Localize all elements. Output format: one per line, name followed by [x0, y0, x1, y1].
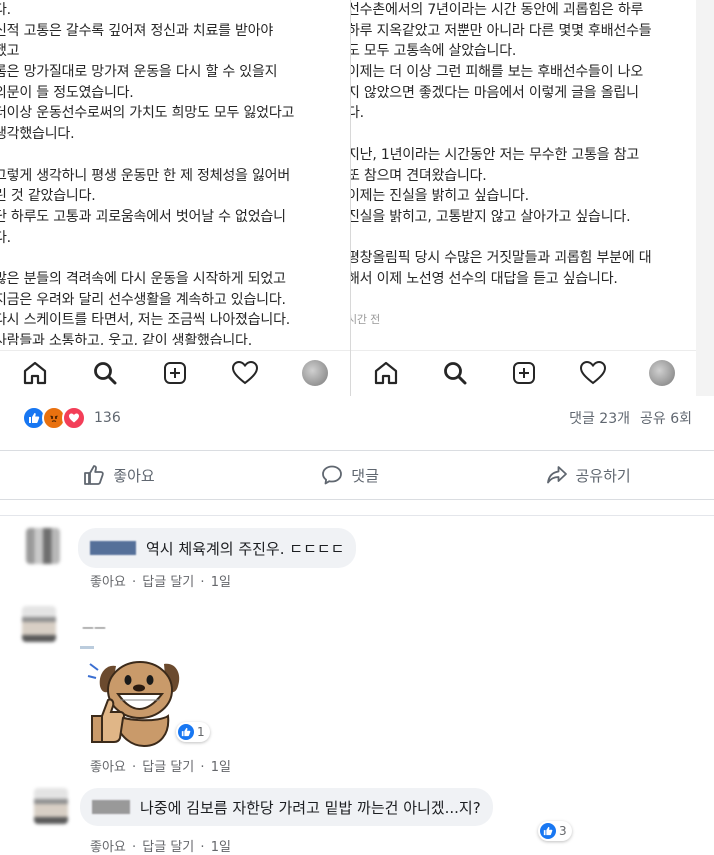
commenter-name[interactable] — [90, 541, 136, 555]
left-post-line: 그렇게 생각하니 평생 운동만 한 제 정체성을 잃어버 — [0, 167, 291, 184]
comment-text: 나중에 김보름 자한당 가려고 밑밥 까는건 아니겠...지? — [140, 798, 481, 817]
left-post-line: 린 것 같았습니다. — [0, 188, 96, 205]
like-icon — [540, 823, 556, 839]
commenter-avatar[interactable] — [34, 788, 68, 824]
reaction-summary[interactable]: 136 — [22, 406, 121, 430]
add-post-icon[interactable] — [509, 358, 539, 388]
search-icon[interactable] — [90, 358, 120, 388]
comment-button[interactable]: 댓글 — [307, 458, 393, 492]
comment-like-count[interactable]: 1 — [176, 722, 210, 742]
home-icon[interactable] — [20, 358, 50, 388]
right-post-line — [351, 124, 696, 145]
comment-like-count[interactable]: 3 — [538, 821, 572, 841]
right-post-line: 다. — [351, 105, 364, 122]
left-post-line — [0, 145, 350, 166]
comment-like-link[interactable]: 좋아요 — [90, 575, 126, 590]
right-post-text: 선수촌에서의 7년이라는 시간 동안에 괴롭힘은 하루하루 지옥같았고 저뿐만 … — [351, 0, 696, 345]
right-post-line: 진실을 밝히고, 고통받지 않고 살아가고 싶습니다. — [351, 208, 631, 225]
comment-like-link[interactable]: 좋아요 — [90, 840, 126, 855]
thumbs-up-icon — [84, 465, 105, 485]
right-post-line: 이제는 진실을 밝히고 싶습니다. — [351, 188, 529, 205]
left-post-screenshot: 다. 신적 고통은 갈수록 깊어져 정신과 치료를 받아야했고롬은 망가질대로 망… — [0, 0, 351, 396]
home-icon[interactable] — [371, 358, 401, 388]
left-post-line: 더이상 운동선수로써의 가치도 희망도 모두 잃었다고 — [0, 105, 295, 122]
left-post-line: 의문이 들 정도였습니다. — [0, 84, 134, 101]
comment-meta: 좋아요 · 답글 달기 · 1일 — [90, 760, 231, 775]
share-count[interactable]: 공유 6회 — [640, 408, 692, 428]
like-icon — [178, 724, 194, 740]
comment-like-link[interactable]: 좋아요 — [90, 760, 126, 775]
comment-count[interactable]: 댓글 23개 — [569, 408, 630, 428]
add-post-icon[interactable] — [160, 358, 190, 388]
left-post-line — [0, 248, 350, 269]
commenter-name[interactable] — [92, 800, 130, 814]
commenter-avatar[interactable] — [26, 528, 60, 564]
left-post-line: 생각했습니다. — [0, 126, 75, 143]
right-post-screenshot: 선수촌에서의 7년이라는 시간 동안에 괴롭힘은 하루하루 지옥같았고 저뿐만 … — [351, 0, 696, 396]
right-post-line: 이제는 더 이상 그런 피해를 보는 후배선수들이 나오 — [351, 64, 644, 81]
left-post-line: 다. — [0, 2, 11, 18]
profile-avatar[interactable] — [300, 358, 330, 388]
share-arrow-icon — [546, 466, 567, 484]
like-button[interactable]: 좋아요 — [69, 458, 168, 492]
comment-bubble: 나중에 김보름 자한당 가려고 밑밥 까는건 아니겠...지? — [80, 788, 493, 826]
divider — [0, 515, 714, 516]
right-post-line: 해서 이제 노선영 선수의 대답을 듣고 싶습니다. — [351, 270, 618, 287]
left-post-line: 많은 분들의 격려속에 다시 운동을 시작하게 되었고 — [0, 270, 286, 287]
post-stats: 136 댓글 23개 공유 6회 — [0, 400, 714, 436]
left-post-text: 다. 신적 고통은 갈수록 깊어져 정신과 치료를 받아야했고롬은 망가질대로 망… — [0, 0, 350, 345]
left-post-line: 신적 고통은 갈수록 깊어져 정신과 치료를 받아야 — [0, 22, 274, 39]
left-post-line: 다. — [0, 229, 11, 246]
post-action-bar: 좋아요 댓글 공유하기 — [0, 450, 714, 500]
comment-time[interactable]: 1일 — [211, 840, 231, 855]
left-post-line: 했고 — [0, 43, 20, 60]
right-post-line: 지 않았으면 좋겠다는 마음에서 이렇게 글을 올립니 — [351, 84, 639, 101]
right-post-line: 지난, 1년이라는 시간동안 저는 무수한 고통을 참고 — [351, 146, 640, 163]
comment-text: 역시 체육계의 주진우. ㄷㄷㄷㄷ — [146, 539, 345, 558]
right-post-line: 도 모두 고통속에 살았습니다. — [351, 43, 517, 60]
instagram-nav-left — [0, 350, 350, 395]
heart-icon[interactable] — [230, 358, 260, 388]
commenter-name[interactable]: ㅡㅡ — [82, 618, 106, 637]
comment-time[interactable]: 1일 — [211, 575, 231, 590]
left-post-line: 지금은 우려와 달리 선수생활을 계속하고 있습니다. — [0, 291, 286, 308]
like-button-label: 좋아요 — [113, 466, 155, 485]
comment-button-label: 댓글 — [351, 466, 379, 485]
comment-time[interactable]: 1일 — [211, 760, 231, 775]
comment-bubble: 역시 체육계의 주진우. ㄷㄷㄷㄷ — [78, 528, 357, 568]
right-post-line: 하루 지옥같았고 저뿐만 아니라 다른 몇몇 후배선수들 — [351, 22, 652, 39]
comment-icon — [322, 465, 343, 485]
right-post-line: 또 참으며 견뎌왔습니다. — [351, 167, 487, 184]
love-reaction-icon — [62, 406, 86, 430]
heart-icon[interactable] — [578, 358, 608, 388]
left-post-line: 사람들과 소통하고, 웃고, 같이 생활했습니다. — [0, 333, 252, 345]
grinning-dog-thumbs-up-sticker[interactable] — [86, 650, 190, 750]
right-post-line — [351, 290, 696, 311]
search-icon[interactable] — [440, 358, 470, 388]
right-post-line: 평창올림픽 당시 수많은 거짓말들과 괴롭힘 부분에 대 — [351, 250, 652, 267]
comment-meta: 좋아요 · 답글 달기 · 1일 — [90, 575, 231, 590]
share-button-label: 공유하기 — [575, 466, 631, 485]
commenter-avatar[interactable] — [22, 606, 56, 642]
comment-reply-link[interactable]: 답글 달기 — [142, 840, 194, 855]
edge-strip — [696, 0, 714, 396]
left-post-line: 다시 스케이트를 타면서, 저는 조금씩 나아졌습니다. — [0, 312, 291, 329]
blurred-mark — [80, 646, 94, 649]
right-post-line: 선수촌에서의 7년이라는 시간 동안에 괴롭힘은 하루 — [351, 2, 644, 18]
right-post-line: 시간 전 — [351, 313, 381, 327]
share-button[interactable]: 공유하기 — [532, 458, 645, 492]
right-post-line — [351, 228, 696, 249]
comment-reply-link[interactable]: 답글 달기 — [142, 575, 194, 590]
reaction-count: 136 — [94, 410, 121, 426]
left-post-line: 단 하루도 고통과 괴로움속에서 벗어날 수 없었습니 — [0, 208, 286, 225]
comment-meta: 좋아요 · 답글 달기 · 1일 — [90, 840, 231, 855]
instagram-nav-right — [351, 350, 696, 395]
left-post-line: 롬은 망가질대로 망가져 운동을 다시 할 수 있을지 — [0, 64, 278, 81]
comment-reply-link[interactable]: 답글 달기 — [142, 760, 194, 775]
profile-avatar[interactable] — [647, 358, 677, 388]
